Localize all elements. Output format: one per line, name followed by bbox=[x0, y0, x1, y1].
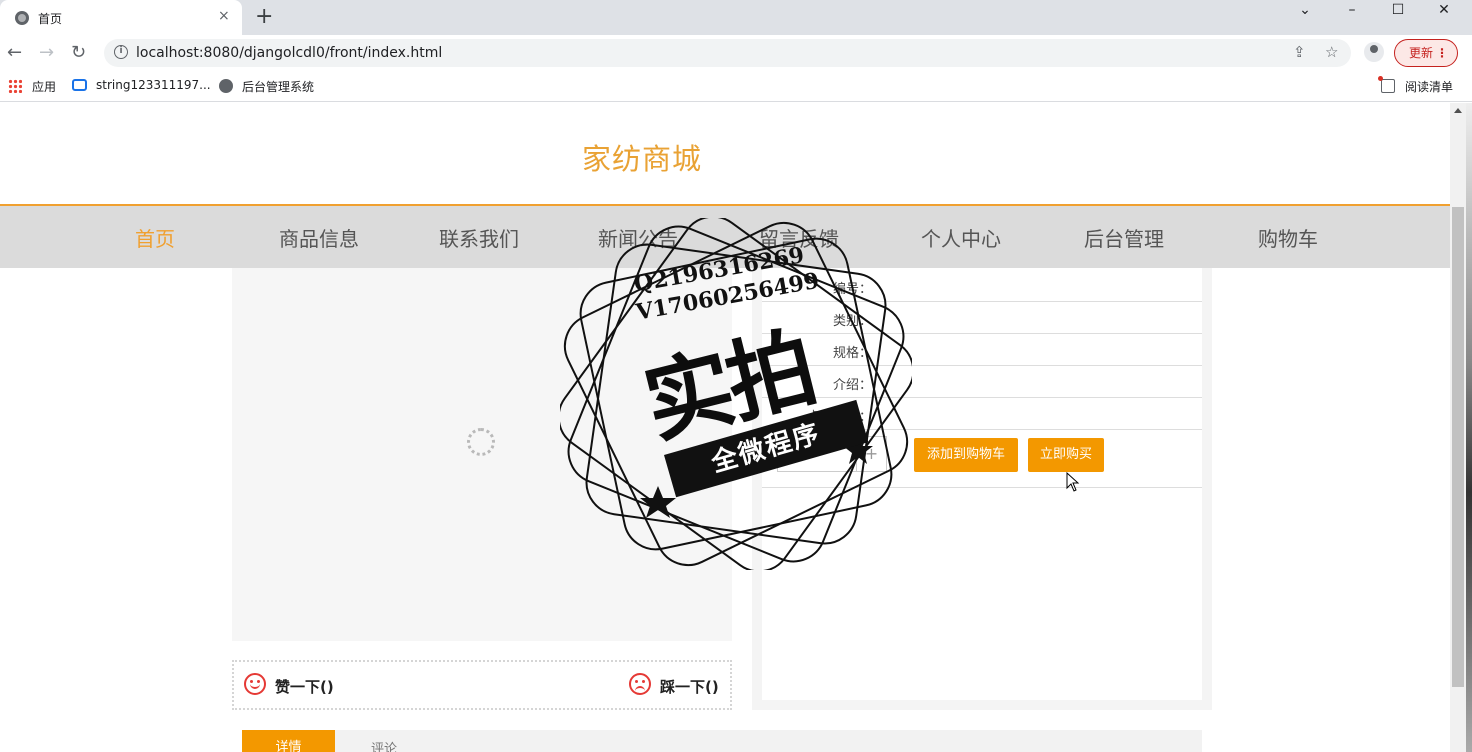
reading-list[interactable]: 阅读清单 bbox=[1405, 78, 1453, 95]
detail-tabs: 详情 评论 bbox=[242, 730, 1202, 752]
globe-icon bbox=[219, 79, 233, 93]
update-label: 更新 bbox=[1409, 46, 1434, 60]
browser-toolbar: ← → ↻ i localhost:8080/djangolcdl0/front… bbox=[0, 35, 1472, 71]
dislike-button[interactable]: 踩一下() bbox=[660, 676, 719, 697]
loading-spinner-icon bbox=[467, 428, 495, 456]
like-button[interactable]: 赞一下() bbox=[275, 676, 334, 697]
site-info-icon[interactable]: i bbox=[114, 45, 128, 59]
desktop-edge bbox=[1466, 103, 1472, 752]
bilibili-icon bbox=[72, 79, 87, 91]
tab-comment[interactable]: 评论 bbox=[371, 738, 397, 752]
reading-list-icon bbox=[1378, 76, 1395, 93]
smile-icon[interactable] bbox=[244, 673, 266, 695]
bookmark-admin[interactable]: 后台管理系统 bbox=[242, 78, 314, 95]
tab-search-icon[interactable]: ⌄ bbox=[1282, 0, 1328, 30]
nav-admin[interactable]: 后台管理 bbox=[1084, 223, 1164, 252]
apps-icon[interactable] bbox=[8, 79, 22, 93]
profile-avatar[interactable] bbox=[1364, 42, 1384, 62]
menu-icon[interactable]: ⋮ bbox=[1436, 40, 1448, 66]
url-text[interactable]: localhost:8080/djangolcdl0/front/index.h… bbox=[136, 45, 442, 61]
browser-tab-bar: 首页 × + ⌄ – ☐ ✕ bbox=[0, 0, 1472, 35]
globe-icon bbox=[15, 11, 29, 25]
back-icon[interactable]: ← bbox=[7, 42, 22, 63]
mouse-cursor-icon bbox=[1066, 472, 1080, 492]
bookmarks-bar: 应用 string123311197... 后台管理系统 阅读清单 bbox=[0, 71, 1472, 102]
frown-icon[interactable] bbox=[629, 673, 651, 695]
reload-icon[interactable]: ↻ bbox=[71, 42, 86, 63]
browser-tab[interactable]: 首页 × bbox=[0, 0, 242, 35]
scrollbar-thumb[interactable] bbox=[1452, 207, 1464, 687]
close-tab-icon[interactable]: × bbox=[218, 8, 230, 24]
vote-box: 赞一下() 踩一下() bbox=[232, 660, 732, 710]
scroll-up-icon[interactable] bbox=[1454, 108, 1462, 113]
nav-profile[interactable]: 个人中心 bbox=[921, 223, 1001, 252]
tab-detail[interactable]: 详情 bbox=[242, 730, 335, 752]
minimize-button[interactable]: – bbox=[1329, 0, 1375, 30]
nav-products[interactable]: 商品信息 bbox=[279, 223, 359, 252]
buy-now-button[interactable]: 立即购买 bbox=[1028, 438, 1104, 472]
share-icon[interactable]: ⇪ bbox=[1293, 43, 1306, 61]
nav-home[interactable]: 首页 bbox=[135, 223, 175, 252]
maximize-button[interactable]: ☐ bbox=[1375, 0, 1421, 30]
bookmark-apps[interactable]: 应用 bbox=[32, 78, 56, 95]
address-bar[interactable]: i localhost:8080/djangolcdl0/front/index… bbox=[104, 39, 1351, 67]
bookmark-string[interactable]: string123311197... bbox=[96, 78, 211, 92]
site-title: 家纺商城 bbox=[581, 142, 702, 176]
nav-cart[interactable]: 购物车 bbox=[1258, 223, 1318, 252]
tab-title: 首页 bbox=[38, 12, 63, 26]
vertical-scrollbar[interactable] bbox=[1450, 103, 1466, 752]
new-tab-button[interactable]: + bbox=[255, 4, 273, 29]
forward-icon[interactable]: → bbox=[39, 42, 54, 63]
close-window-button[interactable]: ✕ bbox=[1421, 0, 1467, 30]
bookmark-star-icon[interactable]: ☆ bbox=[1325, 43, 1338, 61]
add-to-cart-button[interactable]: 添加到购物车 bbox=[914, 438, 1018, 472]
nav-contact[interactable]: 联系我们 bbox=[439, 223, 519, 252]
update-button[interactable]: 更新 ⋮ bbox=[1394, 39, 1458, 67]
